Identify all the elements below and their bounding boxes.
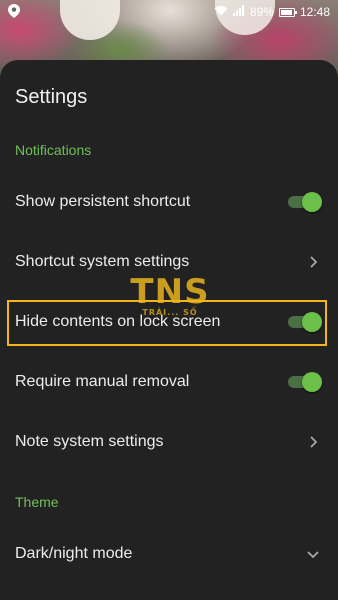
- row-label: Show persistent shortcut: [15, 193, 191, 210]
- row-label: Require manual removal: [15, 373, 190, 390]
- battery-percent: 89%: [249, 5, 274, 19]
- wifi-icon: [214, 5, 228, 19]
- signal-icon: [232, 5, 245, 19]
- section-header-theme: Theme: [15, 494, 59, 510]
- row-shortcut-system-settings[interactable]: Shortcut system settings: [0, 232, 338, 292]
- manual-removal-toggle[interactable]: [288, 372, 322, 392]
- clock: 12:48: [299, 5, 330, 19]
- highlight-box: [7, 300, 327, 346]
- persistent-shortcut-toggle[interactable]: [288, 192, 322, 212]
- section-header-notifications: Notifications: [15, 142, 92, 158]
- row-dark-night-mode[interactable]: Dark/night mode: [0, 524, 338, 584]
- row-label: Dark/night mode: [15, 545, 133, 562]
- status-bar: 89% 12:48: [0, 0, 338, 24]
- chevron-down-icon: [306, 547, 320, 561]
- row-show-persistent-shortcut[interactable]: Show persistent shortcut: [0, 172, 338, 232]
- row-require-manual-removal[interactable]: Require manual removal: [0, 352, 338, 412]
- row-label: Shortcut system settings: [15, 253, 190, 270]
- chevron-right-icon: [306, 435, 320, 449]
- row-label: Note system settings: [15, 433, 164, 450]
- chevron-right-icon: [306, 255, 320, 269]
- row-note-system-settings[interactable]: Note system settings: [0, 412, 338, 472]
- sheet-title: Settings: [15, 86, 88, 108]
- location-icon: [8, 3, 20, 21]
- battery-icon: [278, 7, 297, 17]
